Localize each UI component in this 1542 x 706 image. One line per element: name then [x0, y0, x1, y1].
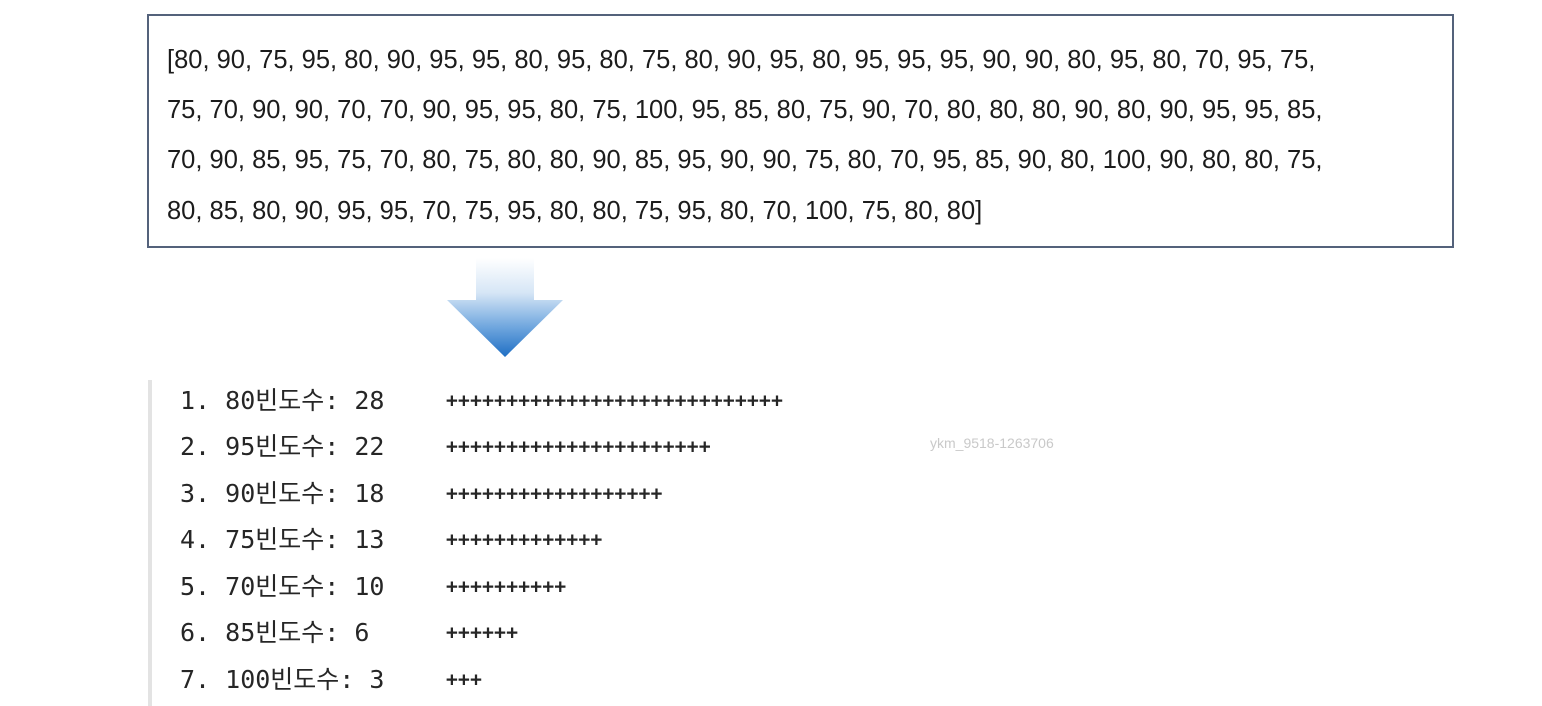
data-list-line-4: 80, 85, 80, 90, 95, 95, 70, 75, 95, 80, …: [167, 197, 983, 225]
data-list-box: [80, 90, 75, 95, 80, 90, 95, 95, 80, 95,…: [147, 14, 1454, 248]
frequency-bar: ++++++++++: [446, 575, 567, 598]
frequency-output-panel: 1. 80빈도수: 28 +++++++++++++++++++++++++++…: [148, 380, 1152, 706]
down-arrow-icon: [447, 258, 563, 357]
data-list-line-3: 70, 90, 85, 95, 75, 70, 80, 75, 80, 80, …: [167, 146, 1323, 174]
frequency-label: 4. 75빈도수: 13: [180, 525, 385, 554]
frequency-label: 6. 85빈도수: 6: [180, 618, 370, 647]
frequency-label: 5. 70빈도수: 10: [180, 572, 385, 601]
frequency-bar: ++++++++++++++++++++++++++++: [446, 389, 784, 412]
data-list-line-2: 75, 70, 90, 90, 70, 70, 90, 95, 95, 80, …: [167, 96, 1323, 124]
frequency-label: 1. 80빈도수: 28: [180, 386, 385, 415]
watermark-text: ykm_9518-1263706: [930, 435, 1054, 451]
frequency-bar: +++: [446, 668, 483, 691]
frequency-label: 2. 95빈도수: 22: [180, 432, 385, 461]
frequency-bar: ++++++++++++++++++: [446, 482, 663, 505]
data-list-line-1: [80, 90, 75, 95, 80, 90, 95, 95, 80, 95,…: [167, 46, 1316, 74]
frequency-bar: +++++++++++++: [446, 528, 603, 551]
frequency-bar: ++++++++++++++++++++++: [446, 435, 711, 458]
frequency-label: 3. 90빈도수: 18: [180, 479, 385, 508]
frequency-label: 7. 100빈도수: 3: [180, 665, 385, 694]
frequency-bar: ++++++: [446, 621, 519, 644]
